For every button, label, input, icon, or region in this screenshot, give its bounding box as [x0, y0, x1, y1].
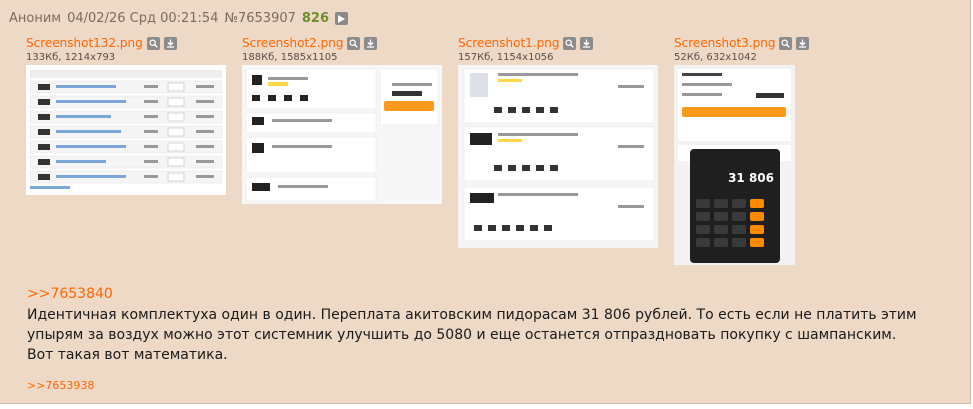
file-1-meta: 133Кб, 1214x793: [26, 52, 116, 63]
file-3: Screenshot1.png 157Кб, 1154x1056: [458, 35, 658, 248]
file-1-thumbnail[interactable]: [26, 65, 226, 195]
file-1-name-link[interactable]: Screenshot132.png: [26, 36, 143, 50]
file-1: Screenshot132.png 133Кб, 1214x793: [26, 35, 226, 195]
search-icon[interactable]: [146, 36, 160, 50]
search-icon[interactable]: [779, 36, 793, 50]
search-icon[interactable]: [563, 36, 577, 50]
file-3-thumbnail[interactable]: [458, 65, 658, 248]
file-4: Screenshot3.png 52Кб, 632x1042 31 806: [674, 35, 810, 265]
reply-link[interactable]: >>7653840: [27, 286, 113, 302]
search-icon[interactable]: [347, 36, 361, 50]
post-number[interactable]: №7653907: [224, 11, 295, 26]
play-icon[interactable]: [335, 12, 349, 25]
file-2-meta: 188Кб, 1585x1105: [242, 52, 338, 63]
download-icon[interactable]: [364, 36, 378, 50]
message-line-2: Вот такая вот математика.: [27, 347, 228, 363]
file-3-meta: 157Кб, 1154x1056: [458, 52, 554, 63]
post-message: Идентичная комплектуха один в один. Пере…: [27, 305, 947, 365]
post-date: 04/02/26 Срд 00:21:54: [67, 11, 219, 26]
post-header: Аноним 04/02/26 Срд 00:21:54 №7653907 82…: [9, 11, 349, 26]
file-3-name-link[interactable]: Screenshot1.png: [458, 36, 559, 50]
download-icon[interactable]: [580, 36, 594, 50]
calculator-display: 31 806: [728, 171, 774, 185]
download-icon[interactable]: [796, 36, 810, 50]
file-2: Screenshot2.png 188Кб, 1585x1105: [242, 35, 442, 204]
backlink[interactable]: >>7653938: [27, 379, 94, 392]
post: Аноним 04/02/26 Срд 00:21:54 №7653907 82…: [0, 0, 971, 404]
file-2-name-link[interactable]: Screenshot2.png: [242, 36, 343, 50]
post-count: 826: [301, 11, 330, 26]
post-author: Аноним: [9, 11, 62, 26]
message-line-1: Идентичная комплектуха один в один. Пере…: [27, 307, 917, 343]
file-4-thumbnail[interactable]: 31 806: [674, 65, 795, 265]
file-4-meta: 52Кб, 632x1042: [674, 52, 757, 63]
file-2-thumbnail[interactable]: [242, 65, 442, 204]
download-icon[interactable]: [163, 36, 177, 50]
file-4-name-link[interactable]: Screenshot3.png: [674, 36, 775, 50]
